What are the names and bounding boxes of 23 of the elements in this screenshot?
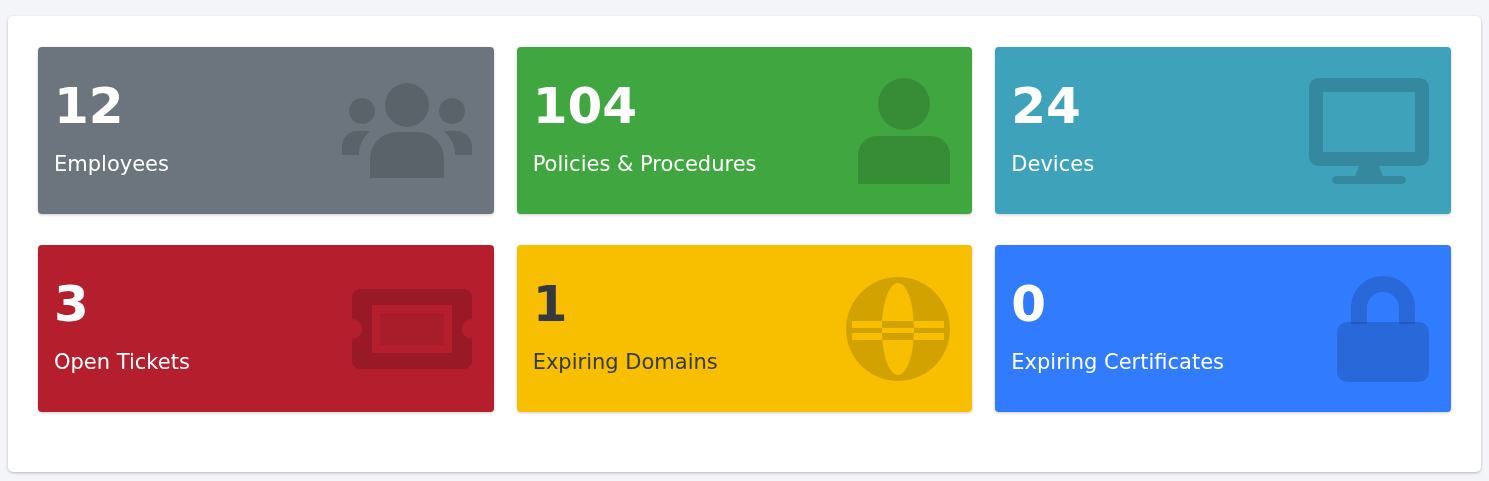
stat-value: 104 — [532, 75, 639, 136]
globe-icon — [846, 276, 951, 381]
stat-value: 3 — [54, 273, 90, 334]
stat-label: Devices — [1011, 151, 1095, 176]
stat-value: 12 — [54, 75, 125, 136]
person-icon — [858, 77, 951, 184]
stat-card[interactable]: 0 Expiring Certificates — [995, 245, 1451, 412]
ticket-icon — [351, 288, 472, 369]
stat-card[interactable]: 3 Open Tickets — [38, 245, 494, 412]
stat-label: Employees — [54, 151, 169, 176]
stat-value: 1 — [532, 273, 569, 334]
stat-label: Expiring Domains — [532, 349, 718, 374]
monitor-icon — [1309, 77, 1429, 184]
stat-card[interactable]: 24 Devices — [995, 47, 1451, 214]
stat-card[interactable]: 1 Expiring Domains — [516, 245, 973, 412]
stat-value: 0 — [1011, 273, 1048, 334]
stat-value: 24 — [1011, 75, 1082, 136]
padlock-icon — [1337, 275, 1429, 382]
stat-label: Open Tickets — [54, 349, 190, 374]
stat-card[interactable]: 12 Employees — [38, 47, 494, 214]
stat-card[interactable]: 104 Policies & Procedures — [516, 47, 973, 214]
stat-label: Expiring Certificates — [1011, 349, 1224, 374]
stat-label: Policies & Procedures — [532, 151, 757, 176]
